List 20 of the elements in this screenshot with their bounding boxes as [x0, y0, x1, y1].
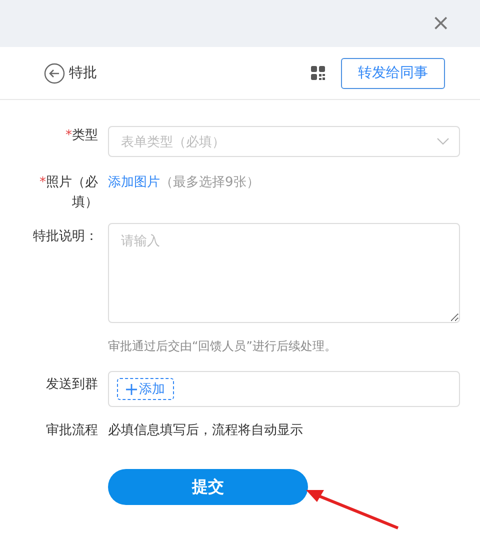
close-icon[interactable]: ×	[432, 12, 450, 34]
submit-button[interactable]: 提交	[108, 469, 308, 505]
back-icon[interactable]	[44, 62, 65, 84]
field-label: 特批说明：	[32, 228, 98, 246]
plus-icon	[126, 384, 137, 394]
limit-note: （最多选择9张）	[160, 175, 260, 190]
remark-field[interactable]: 请输入	[108, 223, 460, 323]
flow-text: 必填信息填写后，流程将自动显示	[108, 423, 303, 438]
forward-button[interactable]: 转发给同事	[341, 58, 445, 88]
chevron-down-icon	[437, 138, 449, 145]
add-picture-link[interactable]: 添加图片	[108, 175, 160, 190]
hint-text: 审批通过后交由“回馈人员”进行后续处理。	[108, 338, 338, 354]
field-label: 审批流程	[45, 422, 98, 440]
field-label: *照片（必填）	[38, 174, 98, 212]
select-field[interactable]: 表单类型（必填）	[108, 126, 460, 157]
qr-code-icon[interactable]	[311, 66, 325, 80]
page-title: 特批	[69, 64, 97, 82]
field-label: *类型	[64, 127, 98, 145]
add-button[interactable]: 添加	[117, 378, 174, 400]
field-label: 发送到群	[45, 376, 98, 394]
